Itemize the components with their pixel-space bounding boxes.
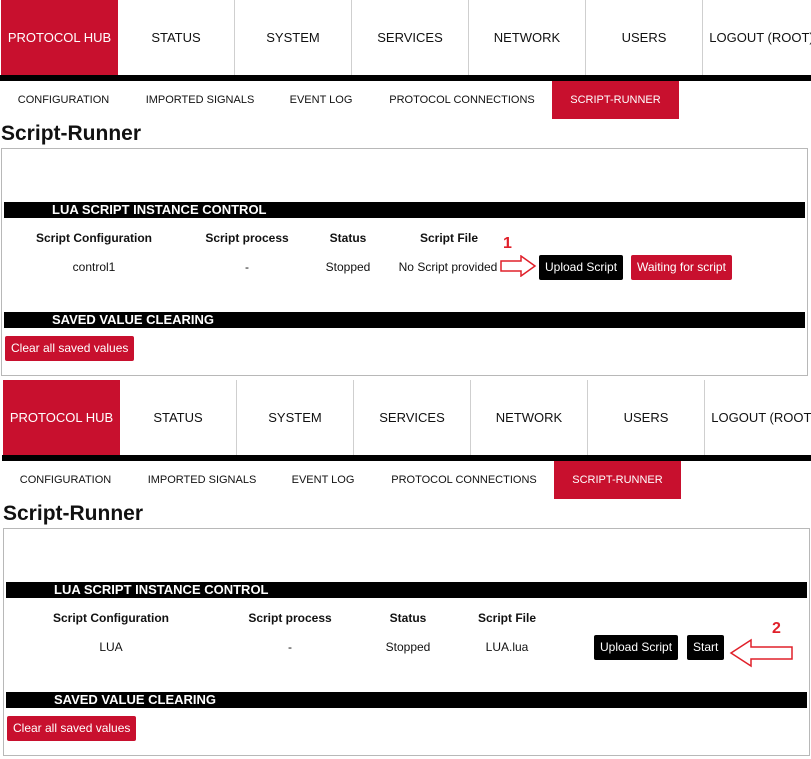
nav-status[interactable]: STATUS bbox=[118, 0, 235, 75]
cell-status: Stopped bbox=[385, 640, 431, 654]
clear-saved-values-button[interactable]: Clear all saved values bbox=[7, 716, 137, 741]
nav-protocol-hub[interactable]: PROTOCOL HUB bbox=[3, 380, 120, 455]
nav-system[interactable]: SYSTEM bbox=[237, 380, 354, 455]
left-arrow-icon bbox=[729, 638, 793, 668]
header-script-file: Script File bbox=[419, 231, 479, 245]
script-panel: LUA SCRIPT INSTANCE CONTROL Script Confi… bbox=[1, 148, 808, 376]
tab-configuration[interactable]: CONFIGURATION bbox=[5, 461, 126, 499]
tab-imported-signals[interactable]: IMPORTED SIGNALS bbox=[138, 81, 262, 119]
start-button[interactable]: Start bbox=[687, 635, 725, 660]
header-script-file: Script File bbox=[477, 611, 537, 625]
cell-configuration: LUA bbox=[99, 640, 123, 654]
tab-event-log[interactable]: EVENT LOG bbox=[283, 461, 363, 499]
screenshot-1: PROTOCOL HUB STATUS SYSTEM SERVICES NETW… bbox=[0, 0, 811, 379]
tab-event-log[interactable]: EVENT LOG bbox=[281, 81, 361, 119]
tab-script-runner[interactable]: SCRIPT-RUNNER bbox=[552, 81, 679, 119]
annotation-number: 1 bbox=[503, 235, 512, 252]
screenshot-2: PROTOCOL HUB STATUS SYSTEM SERVICES NETW… bbox=[2, 380, 811, 759]
nav-status[interactable]: STATUS bbox=[120, 380, 237, 455]
cell-process: - bbox=[245, 260, 249, 274]
lua-section-header: LUA SCRIPT INSTANCE CONTROL bbox=[4, 202, 805, 218]
sub-nav: CONFIGURATION IMPORTED SIGNALS EVENT LOG… bbox=[0, 81, 811, 119]
cell-configuration: control1 bbox=[72, 260, 116, 274]
header-script-process: Script process bbox=[205, 231, 289, 245]
header-script-process: Script process bbox=[248, 611, 332, 625]
tab-configuration[interactable]: CONFIGURATION bbox=[3, 81, 124, 119]
saved-section-header: SAVED VALUE CLEARING bbox=[4, 312, 805, 328]
nav-logout[interactable]: LOGOUT (ROOT) bbox=[705, 380, 811, 455]
annotation-number: 2 bbox=[772, 620, 781, 637]
tab-imported-signals[interactable]: IMPORTED SIGNALS bbox=[140, 461, 264, 499]
header-status: Status bbox=[329, 231, 367, 245]
script-panel: LUA SCRIPT INSTANCE CONTROL Script Confi… bbox=[3, 528, 810, 756]
top-nav: PROTOCOL HUB STATUS SYSTEM SERVICES NETW… bbox=[0, 0, 811, 75]
page-title: Script-Runner bbox=[1, 122, 142, 145]
right-arrow-icon bbox=[500, 255, 537, 277]
header-status: Status bbox=[389, 611, 427, 625]
nav-users[interactable]: USERS bbox=[586, 0, 703, 75]
top-nav: PROTOCOL HUB STATUS SYSTEM SERVICES NETW… bbox=[2, 380, 811, 455]
upload-script-button[interactable]: Upload Script bbox=[594, 635, 679, 660]
clear-saved-values-button[interactable]: Clear all saved values bbox=[5, 336, 135, 361]
header-script-configuration: Script Configuration bbox=[53, 611, 169, 625]
cell-script-file: No Script provided bbox=[398, 260, 498, 274]
lua-section-header: LUA SCRIPT INSTANCE CONTROL bbox=[6, 582, 807, 598]
header-script-configuration: Script Configuration bbox=[36, 231, 152, 245]
cell-process: - bbox=[288, 640, 292, 654]
nav-protocol-hub[interactable]: PROTOCOL HUB bbox=[1, 0, 118, 75]
tab-protocol-connections[interactable]: PROTOCOL CONNECTIONS bbox=[383, 461, 545, 499]
nav-users[interactable]: USERS bbox=[588, 380, 705, 455]
nav-services[interactable]: SERVICES bbox=[354, 380, 471, 455]
saved-section-header: SAVED VALUE CLEARING bbox=[6, 692, 807, 708]
cell-status: Stopped bbox=[325, 260, 371, 274]
waiting-for-script-button[interactable]: Waiting for script bbox=[631, 255, 732, 280]
tab-protocol-connections[interactable]: PROTOCOL CONNECTIONS bbox=[381, 81, 543, 119]
tab-script-runner[interactable]: SCRIPT-RUNNER bbox=[554, 461, 681, 499]
nav-system[interactable]: SYSTEM bbox=[235, 0, 352, 75]
upload-script-button[interactable]: Upload Script bbox=[539, 255, 624, 280]
nav-network[interactable]: NETWORK bbox=[471, 380, 588, 455]
page-title: Script-Runner bbox=[3, 502, 144, 525]
nav-network[interactable]: NETWORK bbox=[469, 0, 586, 75]
cell-script-file: LUA.lua bbox=[485, 640, 529, 654]
nav-services[interactable]: SERVICES bbox=[352, 0, 469, 75]
sub-nav: CONFIGURATION IMPORTED SIGNALS EVENT LOG… bbox=[2, 461, 811, 499]
nav-logout[interactable]: LOGOUT (ROOT) bbox=[703, 0, 811, 75]
